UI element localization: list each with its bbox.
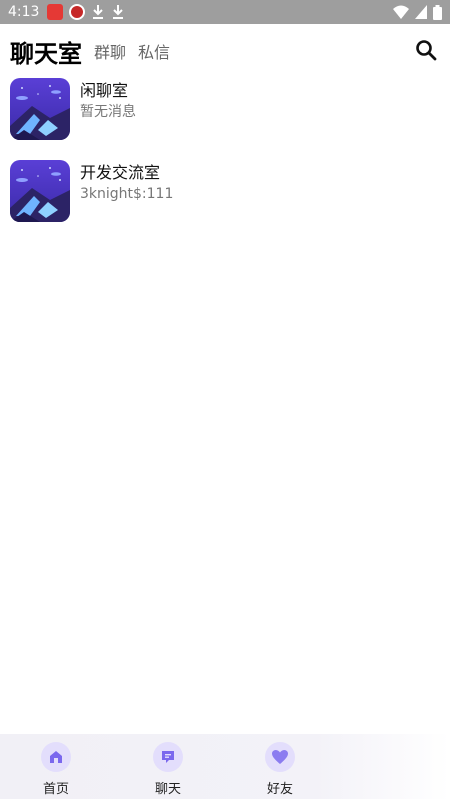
nav-item-chat[interactable]: 聊天 [112,734,224,799]
battery-icon [433,4,442,20]
chat-icon [162,751,174,763]
page-title: 聊天室 [10,39,82,68]
notification-icons [47,4,125,20]
nav-label-friends: 好友 [266,782,293,797]
nav-label-home: 首页 [42,782,69,797]
heart-icon [272,750,288,764]
status-time: 4:13 [8,4,40,20]
search-icon[interactable] [414,38,438,62]
tab-group-chat[interactable]: 群聊 [94,39,126,63]
nav-item-friends[interactable]: 好友 [224,734,336,799]
download-icon [93,5,104,19]
chat-room-name: 开发交流室 [80,163,161,182]
app-notification-icon [47,4,64,20]
system-status-icons [393,4,442,20]
home-icon-wrap [41,742,71,772]
chat-room-text: 开发交流室 3knight$:111 [80,160,173,204]
app-notification-round-icon [69,4,86,20]
chat-room-last-message: 暂无消息 [80,104,136,120]
chat-room-avatar [10,78,70,140]
chat-room-item[interactable]: 闲聊室 暂无消息 [10,78,440,140]
bottom-navigation: 首页 聊天 好友 [0,734,450,799]
chat-icon-wrap [153,742,183,772]
chat-room-text: 闲聊室 暂无消息 [80,78,136,122]
tab-private-message[interactable]: 私信 [138,39,170,63]
nav-item-home[interactable]: 首页 [0,734,112,799]
signal-icon [415,5,427,19]
wifi-icon [393,5,409,19]
chat-room-name: 闲聊室 [80,81,129,100]
chat-room-item[interactable]: 开发交流室 3knight$:111 [10,160,440,222]
status-bar: 4:13 [0,0,450,24]
nav-label-chat: 聊天 [154,782,181,797]
chat-room-avatar [10,160,70,222]
chat-room-last-message: 3knight$:111 [80,186,174,202]
home-icon [50,751,62,763]
download-icon [113,5,124,19]
heart-icon-wrap [265,742,295,772]
app-header: 聊天室 群聊 私信 [0,24,450,78]
